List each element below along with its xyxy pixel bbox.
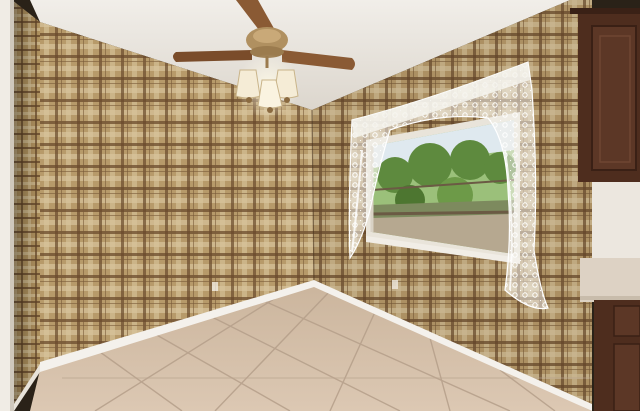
backsplash	[592, 182, 640, 262]
wall-outlet	[392, 280, 398, 289]
wall-outlet	[212, 282, 218, 291]
room-photo	[0, 0, 640, 411]
fan-blade	[173, 50, 252, 62]
countertop	[580, 258, 640, 302]
lower-cabinet	[594, 300, 640, 411]
cabinet	[570, 8, 640, 182]
light-fixture	[235, 54, 300, 118]
